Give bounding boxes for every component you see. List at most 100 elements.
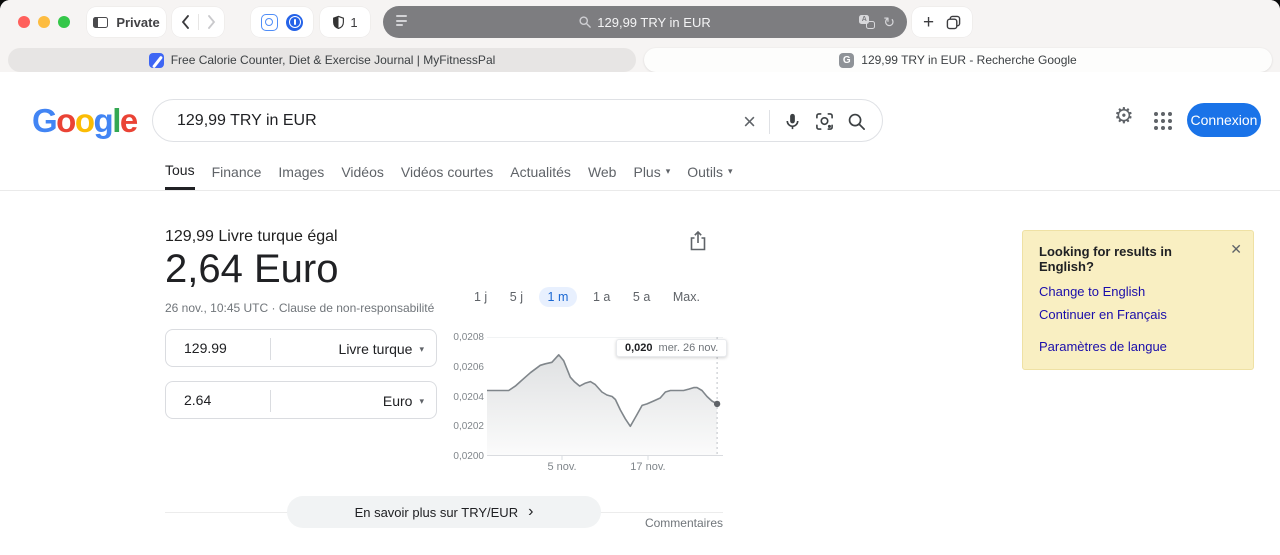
amount-from-row: Livre turque ▾	[165, 329, 437, 367]
currency-to-select[interactable]: Euro ▾	[383, 382, 424, 420]
range-button-5-a[interactable]: 5 a	[626, 287, 657, 307]
amount-to-input[interactable]	[182, 391, 267, 409]
address-bar[interactable]: 129,99 TRY in EUR A ↻	[383, 6, 907, 38]
conversion-result: 2,64 Euro	[165, 247, 338, 292]
logo-letter: G	[32, 102, 56, 139]
chart-range-buttons: 1 j 5 j 1 m 1 a 5 a Max.	[467, 287, 707, 307]
signin-button[interactable]: Connexion	[1187, 103, 1261, 137]
tracker-count: 1	[350, 15, 357, 30]
search-submit-icon[interactable]	[847, 112, 866, 131]
language-notice-title: Looking for results in English?	[1039, 244, 1219, 274]
y-axis-tick-label: 0,0204	[446, 392, 484, 403]
tab-title: Free Calorie Counter, Diet & Exercise Jo…	[171, 53, 496, 67]
amount-from-input[interactable]	[182, 339, 267, 357]
range-button-1-a[interactable]: 1 a	[586, 287, 617, 307]
sidebar-icon	[93, 17, 108, 28]
conversion-equals-line: 129,99 Livre turque égal	[165, 228, 338, 246]
y-axis-tick-label: 0,0202	[446, 421, 484, 432]
nav-tab-vid-os[interactable]: Vidéos	[341, 162, 384, 190]
logo-letter: o	[56, 102, 75, 139]
lens-icon[interactable]	[815, 112, 834, 131]
shield-icon	[332, 15, 345, 30]
chevron-left-icon	[181, 15, 190, 29]
new-tab-button[interactable]: +	[923, 13, 934, 32]
tab-overview-icon[interactable]	[946, 15, 961, 30]
nav-tab-finance[interactable]: Finance	[212, 162, 262, 190]
chart-tooltip: 0,020 mer. 26 nov.	[616, 339, 727, 357]
reload-icon[interactable]: ↻	[883, 15, 895, 29]
nav-tab-tous[interactable]: Tous	[165, 162, 195, 190]
private-browsing-badge[interactable]: Private	[87, 7, 166, 37]
search-extension-icon[interactable]	[261, 14, 278, 31]
settings-gear-icon[interactable]: ⚙	[1114, 105, 1134, 127]
google-results-page: Google 129,99 TRY in EUR ×	[0, 72, 1280, 555]
change-to-english-link[interactable]: Change to English	[1039, 284, 1237, 299]
chevron-down-icon: ▾	[419, 396, 424, 407]
google-logo[interactable]: Google	[32, 102, 137, 140]
chevron-down-icon: ▾	[728, 166, 733, 177]
search-icon	[579, 16, 591, 28]
browser-window: Private 1	[0, 0, 1280, 555]
y-axis-tick-label: 0,0206	[446, 362, 484, 373]
back-button[interactable]	[173, 15, 198, 29]
logo-letter: l	[112, 102, 120, 139]
continue-in-french-link[interactable]: Continuer en Français	[1039, 307, 1237, 322]
tab-title: 129,99 TRY in EUR - Recherche Google	[861, 53, 1076, 67]
browser-tab-google-search[interactable]: G 129,99 TRY in EUR - Recherche Google	[644, 48, 1272, 72]
password-manager-icon[interactable]	[286, 14, 303, 31]
search-nav-tabs: Tous Finance Images Vidéos Vidéos courtes Act…	[165, 162, 733, 190]
private-label: Private	[116, 15, 159, 30]
language-settings-link[interactable]: Paramètres de langue	[1039, 339, 1237, 354]
mic-icon[interactable]	[783, 112, 802, 131]
disclaimer-link[interactable]: Clause de non-responsabilité	[279, 301, 434, 315]
minimize-window-button[interactable]	[38, 16, 50, 28]
nav-tab-actualit-s[interactable]: Actualités	[510, 162, 571, 190]
range-button-1-m[interactable]: 1 m	[539, 287, 578, 307]
range-button-5-j[interactable]: 5 j	[503, 287, 530, 307]
y-axis-tick-label: 0,0208	[446, 332, 484, 343]
close-window-button[interactable]	[18, 16, 30, 28]
nav-divider	[0, 190, 1280, 191]
forward-button[interactable]	[199, 15, 224, 29]
translate-icon[interactable]: A	[859, 15, 875, 29]
privacy-report-badge[interactable]: 1	[320, 7, 370, 37]
maximize-window-button[interactable]	[58, 16, 70, 28]
url-text: 129,99 TRY in EUR	[597, 15, 710, 30]
clear-search-icon[interactable]: ×	[743, 111, 756, 133]
language-notice-box: ✕ Looking for results in English? Change…	[1022, 230, 1254, 370]
history-nav-group	[172, 7, 224, 37]
range-button-1-j[interactable]: 1 j	[467, 287, 494, 307]
browser-tab-myfitnesspal[interactable]: Free Calorie Counter, Diet & Exercise Jo…	[8, 48, 636, 72]
amount-to-row: Euro ▾	[165, 381, 437, 419]
nav-tab-outils[interactable]: Outils▾	[687, 162, 732, 190]
chevron-right-icon: ›	[528, 504, 533, 520]
chevron-down-icon: ▾	[419, 344, 424, 355]
x-axis-tick-label: 5 nov.	[547, 461, 576, 473]
browser-toolbar: Private 1	[0, 0, 1280, 44]
tab-strip: Free Calorie Counter, Diet & Exercise Jo…	[0, 44, 1280, 72]
logo-letter: g	[94, 102, 113, 139]
learn-more-button[interactable]: En savoir plus sur TRY/EUR ›	[287, 496, 601, 528]
share-icon[interactable]	[688, 230, 708, 257]
search-bar: 129,99 TRY in EUR ×	[152, 99, 883, 142]
nav-tab-plus[interactable]: Plus▾	[633, 162, 670, 190]
myfitnesspal-favicon	[149, 53, 164, 68]
search-input[interactable]: 129,99 TRY in EUR	[177, 112, 317, 130]
y-axis-tick-label: 0,0200	[446, 451, 484, 462]
google-apps-icon[interactable]	[1154, 112, 1172, 130]
reader-mode-icon[interactable]	[396, 15, 407, 26]
logo-letter: o	[75, 102, 94, 139]
nav-tab-vid-os-courtes[interactable]: Vidéos courtes	[401, 162, 493, 190]
range-button-max-[interactable]: Max.	[666, 287, 707, 307]
close-icon[interactable]: ✕	[1230, 242, 1242, 256]
tab-actions-group: +	[912, 7, 972, 37]
nav-tab-images[interactable]: Images	[278, 162, 324, 190]
feedback-link[interactable]: Commentaires	[633, 516, 723, 530]
logo-letter: e	[120, 102, 137, 139]
tooltip-value: 0,020	[625, 342, 653, 354]
nav-tab-web[interactable]: Web	[588, 162, 617, 190]
chevron-down-icon: ▾	[666, 166, 671, 177]
currency-from-select[interactable]: Livre turque ▾	[339, 330, 424, 368]
extensions-group	[251, 7, 313, 37]
x-axis-tick-label: 17 nov.	[630, 461, 665, 473]
